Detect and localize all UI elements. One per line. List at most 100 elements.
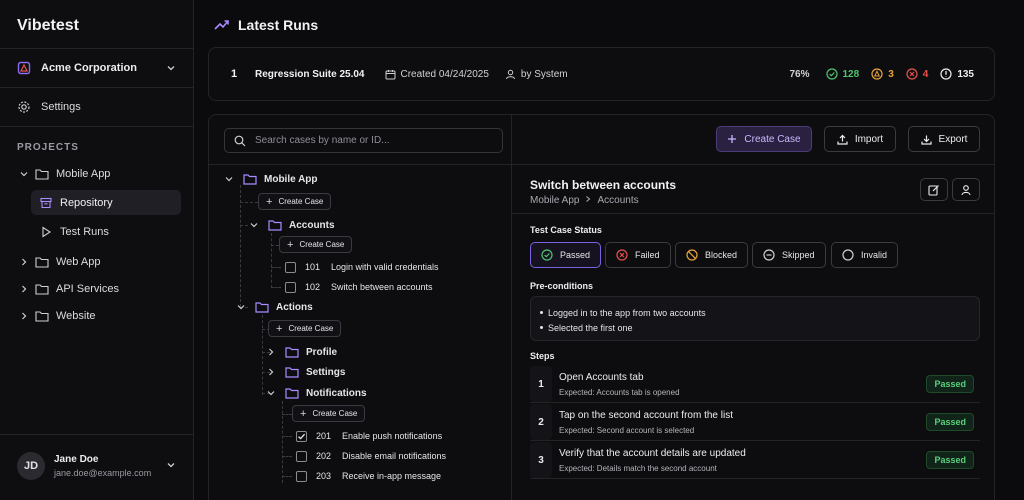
breadcrumb-folder[interactable]: Accounts (597, 195, 638, 206)
status-blocked-button[interactable]: Blocked (675, 242, 749, 268)
search-input[interactable] (255, 135, 495, 146)
tree-create-case-button[interactable]: + Create Case (268, 320, 342, 337)
project-mobile-app[interactable]: Mobile App (17, 162, 110, 186)
sidebar-item-repository[interactable]: Repository (31, 190, 181, 215)
run-card[interactable]: 1 Regression Suite 25.04 Created 04/24/2… (208, 47, 995, 101)
checkbox[interactable] (296, 450, 307, 462)
step-row[interactable]: 2 Tap on the second account from the lis… (530, 404, 980, 441)
assign-button[interactable] (952, 178, 980, 201)
warning-icon (871, 68, 883, 80)
folder-icon (285, 366, 299, 378)
case-tree: Mobile App + Create Case Accounts + Create… (209, 165, 511, 500)
create-case-button[interactable]: Create Case (716, 126, 812, 152)
export-button[interactable]: Export (908, 126, 980, 152)
project-web-app[interactable]: Web App (17, 250, 100, 274)
sidebar: Vibetest Acme Corporation Settings PROJE… (0, 0, 194, 500)
chevron-down-icon (17, 167, 31, 181)
tree-folder-settings[interactable]: Settings (265, 363, 345, 381)
status-failed-button[interactable]: Failed (605, 242, 671, 268)
precondition-item: Selected the first one (540, 320, 979, 335)
tree-case-102[interactable]: 102 Switch between accounts (285, 279, 433, 295)
check-icon (298, 433, 306, 440)
case-title: Enable push notifications (342, 431, 443, 441)
chevron-right-icon (265, 347, 277, 357)
project-api-services[interactable]: API Services (17, 277, 119, 301)
tree-folder-notifications[interactable]: Notifications (265, 384, 367, 402)
case-id: 201 (316, 431, 332, 441)
precondition-item: Logged in to the app from two accounts (540, 305, 979, 320)
tree-folder-actions[interactable]: Actions (235, 298, 313, 316)
button-label: Export (938, 133, 968, 145)
user-menu[interactable]: JD Jane Doe jane.doe@example.com (17, 451, 177, 481)
import-button[interactable]: Import (824, 126, 896, 152)
chevron-down-icon (223, 174, 235, 184)
step-title: Tap on the second account from the list (559, 410, 733, 421)
folder-icon (35, 167, 49, 181)
checkbox-checked[interactable] (296, 430, 307, 442)
org-switcher[interactable]: Acme Corporation (17, 58, 177, 78)
case-title: Switch between accounts (530, 178, 677, 192)
button-label: Create Case (744, 133, 801, 145)
tree-case-202[interactable]: 202 Disable email notifications (296, 448, 446, 464)
download-icon (920, 135, 932, 145)
sidebar-item-test-runs[interactable]: Test Runs (31, 219, 181, 244)
tree-folder-label: Settings (306, 366, 346, 378)
status-passed-button[interactable]: Passed (530, 242, 602, 268)
failed-count: 4 (922, 68, 929, 80)
folder-icon (35, 255, 49, 269)
status-invalid-button[interactable]: Invalid (831, 242, 899, 268)
sidebar-item-label: Test Runs (60, 225, 109, 238)
status-badge: Passed (926, 375, 974, 393)
project-website[interactable]: Website (17, 304, 96, 328)
chevron-down-icon (235, 302, 247, 312)
divider (512, 213, 995, 214)
run-warning-count: 3 (871, 68, 894, 80)
button-label: Create Case (312, 409, 358, 418)
folder-icon (285, 346, 299, 358)
chevron-right-icon (17, 255, 31, 269)
step-row[interactable]: 1 Open Accounts tab Expected: Accounts t… (530, 366, 980, 403)
button-label: Create Case (299, 240, 345, 249)
folder-icon (268, 219, 282, 231)
tree-case-203[interactable]: 203 Receive in-app message (296, 468, 441, 484)
tree-create-case-button[interactable]: + Create Case (258, 193, 332, 210)
tree-folder-mobile-app[interactable]: Mobile App (223, 170, 318, 188)
step-number: 3 (530, 442, 552, 478)
tree-create-case-button[interactable]: + Create Case (292, 405, 366, 422)
status-skipped-button[interactable]: Skipped (752, 242, 826, 268)
passed-count: 128 (842, 68, 860, 80)
chevron-right-icon (17, 309, 31, 323)
status-label: Invalid (861, 250, 888, 260)
tree-folder-profile[interactable]: Profile (265, 343, 337, 361)
tree-case-201[interactable]: 201 Enable push notifications (296, 428, 442, 444)
sidebar-item-settings[interactable]: Settings (17, 98, 81, 116)
run-passed-count: 128 (825, 68, 860, 80)
divider (0, 87, 193, 88)
tree-folder-accounts[interactable]: Accounts (248, 216, 335, 234)
checkbox[interactable] (285, 261, 296, 273)
circle-icon (842, 249, 854, 261)
case-title: Disable email notifications (342, 451, 447, 461)
case-title: Switch between accounts (331, 282, 433, 292)
checkbox[interactable] (285, 281, 296, 293)
org-name: Acme Corporation (41, 62, 137, 74)
breadcrumb-project[interactable]: Mobile App (530, 195, 579, 206)
chevron-down-icon (165, 459, 177, 474)
org-icon (17, 61, 31, 75)
tree-folder-label: Actions (276, 301, 313, 313)
preconditions-box: Logged in to the app from two accounts S… (530, 296, 980, 341)
case-id: 101 (305, 262, 321, 272)
chevron-down-icon (265, 388, 277, 398)
x-circle-icon (906, 68, 918, 80)
step-row[interactable]: 3 Verify that the account details are up… (530, 442, 980, 479)
edit-button[interactable] (920, 178, 948, 201)
tree-folder-label: Mobile App (264, 173, 318, 185)
step-title: Open Accounts tab (559, 372, 644, 383)
checkbox[interactable] (296, 470, 307, 482)
user-name: Jane Doe (54, 454, 99, 465)
tree-folder-label: Profile (306, 346, 338, 358)
search-box[interactable] (224, 128, 503, 153)
breadcrumb: Mobile App Accounts (530, 195, 639, 206)
tree-create-case-button[interactable]: + Create Case (279, 236, 353, 253)
tree-case-101[interactable]: 101 Login with valid credentials (285, 259, 439, 275)
